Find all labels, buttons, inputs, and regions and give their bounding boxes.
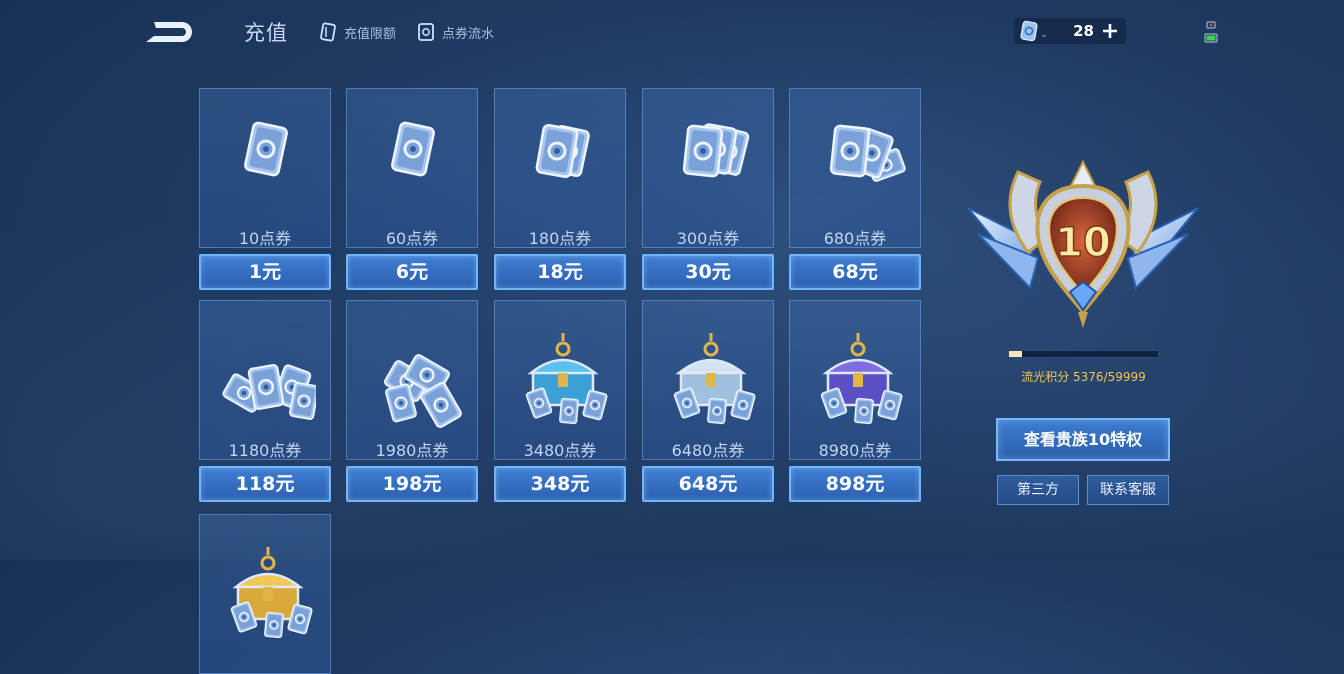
chevron-down-icon[interactable]: ⌄ xyxy=(1040,30,1048,40)
price-button[interactable]: 30元 xyxy=(642,254,774,290)
product-name: 3480点券 xyxy=(523,441,597,460)
three-vouchers-image xyxy=(682,123,750,178)
voucher-log-label: 点券流水 xyxy=(442,26,495,42)
product-card[interactable]: 3480点券 xyxy=(494,300,626,460)
points-progress-bar xyxy=(1008,350,1159,358)
points-value: 5376/59999 xyxy=(1073,370,1146,384)
silver-chest-image xyxy=(673,333,756,425)
price-button[interactable]: 1元 xyxy=(199,254,331,290)
price-button[interactable]: 198元 xyxy=(346,466,478,502)
price-button[interactable]: 118元 xyxy=(199,466,331,502)
noble-emblem: 10 xyxy=(967,159,1199,328)
voucher-fan-image xyxy=(829,124,906,182)
voucher-log-link[interactable]: 点券流水 xyxy=(416,22,494,42)
voucher-balance: ⌄ 28 xyxy=(1014,18,1126,44)
product-card[interactable]: 10点券 xyxy=(199,88,331,248)
points-label: 流光积分 xyxy=(1021,370,1070,384)
page-title: 充值 xyxy=(244,21,288,45)
product-name: 180点券 xyxy=(528,229,592,248)
product-name: 1180点券 xyxy=(228,441,302,460)
card-icon xyxy=(320,22,336,42)
price-button[interactable]: 6元 xyxy=(346,254,478,290)
product-card[interactable]: 6480点券 xyxy=(642,300,774,460)
two-vouchers-image xyxy=(535,123,590,179)
ticket-log-icon xyxy=(418,23,434,41)
product-name: 300点券 xyxy=(676,229,740,248)
contact-service-button[interactable]: 联系客服 xyxy=(1087,475,1169,505)
voucher-icon[interactable] xyxy=(1018,20,1040,42)
recharge-limit-link[interactable]: 充值限额 xyxy=(318,22,396,42)
voucher-amount: 28 xyxy=(1073,22,1094,40)
product-card[interactable]: 1180点券 xyxy=(199,300,331,460)
voucher-stacks-image xyxy=(384,354,462,428)
product-name: 60点券 xyxy=(385,229,439,248)
product-card[interactable] xyxy=(199,514,331,674)
voucher-spread-image xyxy=(222,364,316,420)
single-voucher-image xyxy=(244,121,288,177)
price-button[interactable]: 68元 xyxy=(789,254,921,290)
product-name: 1980点券 xyxy=(375,441,449,460)
blue-chest-image xyxy=(525,333,608,425)
product-card[interactable]: 8980点券 xyxy=(789,300,921,460)
purple-chest-image xyxy=(820,333,903,425)
product-name: 680点券 xyxy=(823,229,887,248)
product-card[interactable]: 680点券 xyxy=(789,88,921,248)
back-arrow-icon[interactable] xyxy=(142,16,196,44)
view-noble-privileges-button[interactable]: 查看贵族10特权 xyxy=(996,418,1170,461)
product-name: 8980点券 xyxy=(818,441,892,460)
product-name: 10点券 xyxy=(238,229,292,248)
price-button[interactable]: 648元 xyxy=(642,466,774,502)
product-card[interactable]: 180点券 xyxy=(494,88,626,248)
product-card[interactable]: 60点券 xyxy=(346,88,478,248)
single-voucher-image xyxy=(391,121,435,177)
signal-battery-icon xyxy=(1204,21,1218,43)
product-card[interactable]: 1980点券 xyxy=(346,300,478,460)
points-text: 流光积分 5376/59999 xyxy=(1008,368,1159,385)
recharge-limit-label: 充值限额 xyxy=(344,26,397,42)
noble-level: 10 xyxy=(1055,220,1111,266)
add-voucher-icon[interactable] xyxy=(1100,21,1120,41)
price-button[interactable]: 898元 xyxy=(789,466,921,502)
product-name: 6480点券 xyxy=(671,441,745,460)
product-card[interactable]: 300点券 xyxy=(642,88,774,248)
points-progress-fill xyxy=(1009,351,1023,357)
price-button[interactable]: 348元 xyxy=(494,466,626,502)
third-party-button[interactable]: 第三方 xyxy=(997,475,1079,505)
gold-chest-image xyxy=(230,547,313,639)
price-button[interactable]: 18元 xyxy=(494,254,626,290)
